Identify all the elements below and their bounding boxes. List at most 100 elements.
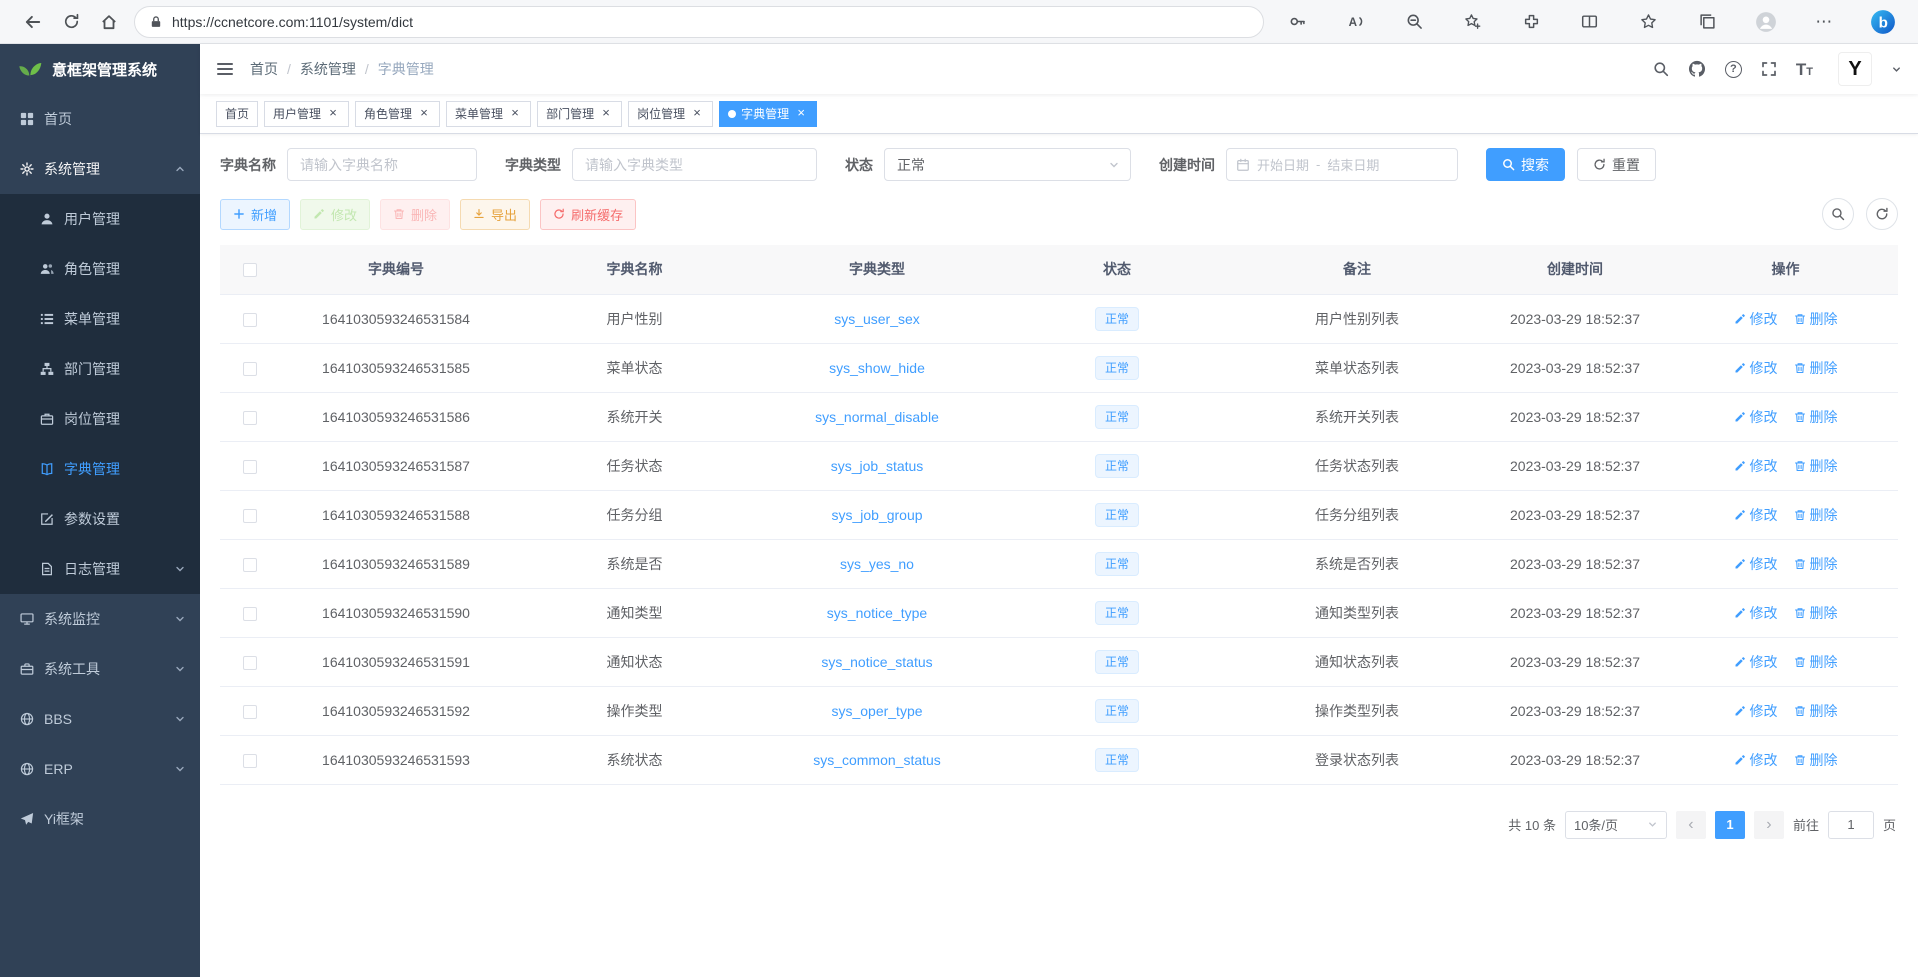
bing-copilot-icon[interactable]: b [1868, 7, 1898, 37]
sidebar-subitem-param-settings[interactable]: 参数设置 [0, 494, 200, 544]
browser-home-button[interactable] [90, 4, 128, 40]
export-button[interactable]: 导出 [460, 199, 530, 230]
close-icon[interactable]: × [794, 107, 808, 121]
tab-dict-management[interactable]: 字典管理× [719, 101, 817, 127]
dict-type-input[interactable] [572, 148, 817, 181]
prev-page-button[interactable]: ‹ [1676, 811, 1706, 839]
row-checkbox[interactable] [243, 313, 257, 327]
help-icon[interactable]: ? [1725, 61, 1742, 78]
browser-zoom-out-icon[interactable] [1399, 7, 1429, 37]
sidebar-subitem-dict-management[interactable]: 字典管理 [0, 444, 200, 494]
avatar-caret-down-icon[interactable] [1891, 64, 1902, 75]
dict-type-link[interactable]: sys_job_group [831, 507, 922, 523]
row-edit-link[interactable]: 修改 [1734, 750, 1778, 770]
tab-menu-management[interactable]: 菜单管理× [446, 101, 531, 127]
browser-add-favorite-icon[interactable] [1458, 7, 1488, 37]
browser-password-key-icon[interactable] [1282, 7, 1312, 37]
refresh-cache-button[interactable]: 刷新缓存 [540, 199, 636, 230]
row-edit-link[interactable]: 修改 [1734, 603, 1778, 623]
row-delete-link[interactable]: 删除 [1794, 701, 1838, 721]
row-checkbox[interactable] [243, 705, 257, 719]
sidebar-subitem-role-management[interactable]: 角色管理 [0, 244, 200, 294]
github-icon[interactable] [1688, 60, 1706, 78]
browser-extensions-icon[interactable] [1516, 7, 1546, 37]
search-button[interactable]: 搜索 [1486, 148, 1565, 181]
browser-favorites-icon[interactable] [1634, 7, 1664, 37]
tab-post-management[interactable]: 岗位管理× [628, 101, 713, 127]
row-delete-link[interactable]: 删除 [1794, 309, 1838, 329]
sidebar-subitem-user-management[interactable]: 用户管理 [0, 194, 200, 244]
reset-button[interactable]: 重置 [1577, 148, 1656, 181]
close-icon[interactable]: × [417, 107, 431, 121]
add-button[interactable]: 新增 [220, 199, 290, 230]
hamburger-icon[interactable] [216, 60, 234, 78]
breadcrumb-item-system[interactable]: 系统管理 [300, 59, 356, 79]
user-avatar[interactable]: Y [1838, 52, 1872, 86]
toggle-search-button[interactable] [1822, 198, 1854, 230]
sidebar-item-yi-framework[interactable]: Yi框架 [0, 794, 200, 844]
fullscreen-icon[interactable] [1761, 61, 1777, 77]
browser-refresh-button[interactable] [52, 4, 90, 40]
next-page-button[interactable]: › [1754, 811, 1784, 839]
sidebar-subitem-menu-management[interactable]: 菜单管理 [0, 294, 200, 344]
browser-collections-icon[interactable] [1692, 7, 1722, 37]
row-checkbox[interactable] [243, 460, 257, 474]
header-search-icon[interactable] [1653, 61, 1669, 77]
goto-page-input[interactable] [1828, 811, 1874, 839]
row-edit-link[interactable]: 修改 [1734, 701, 1778, 721]
dict-type-link[interactable]: sys_normal_disable [815, 409, 939, 425]
dict-type-link[interactable]: sys_notice_type [827, 605, 927, 621]
tab-role-management[interactable]: 角色管理× [355, 101, 440, 127]
sidebar-item-system-monitor[interactable]: 系统监控 [0, 594, 200, 644]
row-delete-link[interactable]: 删除 [1794, 603, 1838, 623]
status-select[interactable]: 正常 [884, 148, 1131, 181]
sidebar-item-home[interactable]: 首页 [0, 94, 200, 144]
row-delete-link[interactable]: 删除 [1794, 652, 1838, 672]
browser-split-screen-icon[interactable] [1575, 7, 1605, 37]
row-checkbox[interactable] [243, 411, 257, 425]
edit-button[interactable]: 修改 [300, 199, 370, 230]
row-edit-link[interactable]: 修改 [1734, 456, 1778, 476]
app-logo[interactable]: 意框架管理系统 [0, 44, 200, 94]
refresh-table-button[interactable] [1866, 198, 1898, 230]
address-bar[interactable]: https://ccnetcore.com:1101/system/dict [134, 6, 1264, 38]
sidebar-subitem-dept-management[interactable]: 部门管理 [0, 344, 200, 394]
dict-type-link[interactable]: sys_notice_status [821, 654, 932, 670]
dict-type-link[interactable]: sys_show_hide [829, 360, 925, 376]
browser-back-button[interactable] [14, 4, 52, 40]
row-edit-link[interactable]: 修改 [1734, 505, 1778, 525]
browser-settings-menu-icon[interactable]: ⋯ [1809, 7, 1839, 37]
close-icon[interactable]: × [690, 107, 704, 121]
sidebar-subitem-post-management[interactable]: 岗位管理 [0, 394, 200, 444]
date-range-picker[interactable]: 开始日期 - 结束日期 [1226, 148, 1458, 181]
dict-name-input[interactable] [287, 148, 477, 181]
browser-read-aloud-icon[interactable]: A [1341, 7, 1371, 37]
font-size-icon[interactable]: TT [1796, 61, 1813, 78]
row-checkbox[interactable] [243, 558, 257, 572]
sidebar-item-bbs[interactable]: BBS [0, 694, 200, 744]
row-delete-link[interactable]: 删除 [1794, 456, 1838, 476]
browser-profile-avatar[interactable] [1751, 7, 1781, 37]
row-checkbox[interactable] [243, 607, 257, 621]
close-icon[interactable]: × [326, 107, 340, 121]
row-edit-link[interactable]: 修改 [1734, 358, 1778, 378]
close-icon[interactable]: × [508, 107, 522, 121]
row-delete-link[interactable]: 删除 [1794, 407, 1838, 427]
dict-type-link[interactable]: sys_yes_no [840, 556, 914, 572]
row-edit-link[interactable]: 修改 [1734, 554, 1778, 574]
row-checkbox[interactable] [243, 754, 257, 768]
breadcrumb-item-home[interactable]: 首页 [250, 59, 278, 79]
page-1-button[interactable]: 1 [1715, 811, 1745, 839]
row-edit-link[interactable]: 修改 [1734, 309, 1778, 329]
row-edit-link[interactable]: 修改 [1734, 652, 1778, 672]
sidebar-item-system-tools[interactable]: 系统工具 [0, 644, 200, 694]
row-delete-link[interactable]: 删除 [1794, 505, 1838, 525]
row-checkbox[interactable] [243, 656, 257, 670]
dict-type-link[interactable]: sys_common_status [813, 752, 941, 768]
sidebar-subitem-log-management[interactable]: 日志管理 [0, 544, 200, 594]
row-edit-link[interactable]: 修改 [1734, 407, 1778, 427]
row-checkbox[interactable] [243, 362, 257, 376]
tab-dept-management[interactable]: 部门管理× [537, 101, 622, 127]
dict-type-link[interactable]: sys_user_sex [834, 311, 920, 327]
row-checkbox[interactable] [243, 509, 257, 523]
